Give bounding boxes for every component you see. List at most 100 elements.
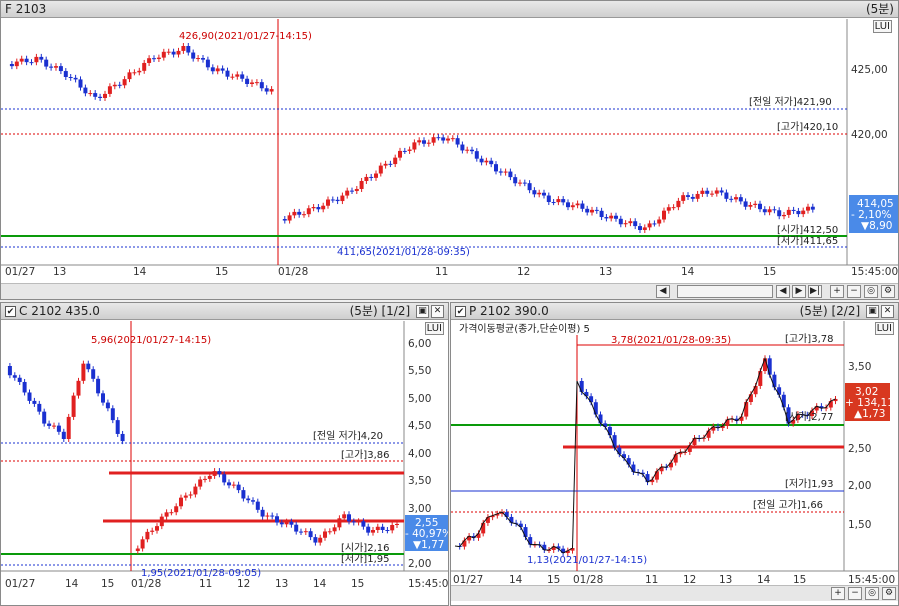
restore-icon[interactable]: ▣ (866, 305, 879, 318)
candle-body (318, 537, 323, 543)
candle-body (681, 195, 686, 201)
interval-label[interactable]: (5분) (866, 1, 894, 18)
candle-body (299, 531, 303, 533)
interval-label[interactable]: (5분) (800, 304, 828, 318)
price-label-350: 3,50 (848, 361, 871, 373)
scroll-end-button[interactable]: ▶| (808, 285, 822, 298)
candle-body (7, 366, 12, 376)
candle-body (222, 474, 227, 483)
candle-body (159, 516, 164, 527)
candle-body (599, 210, 604, 218)
candle-body (758, 203, 762, 210)
chart-scrollbar[interactable]: + − ◎ ⚙ (451, 585, 898, 601)
candle-body (210, 67, 215, 72)
candle-body (251, 500, 255, 502)
candle-body (27, 392, 32, 401)
chart-scrollbar[interactable]: ◀ ◀ ▶ ▶| + − ◎ ⚙ (1, 283, 898, 299)
zoom-in-icon[interactable]: + (830, 285, 844, 298)
restore-icon[interactable]: ▣ (416, 305, 429, 318)
candle-body (217, 471, 222, 475)
candle-body (22, 381, 27, 393)
candle-body (61, 431, 66, 439)
candle-body (103, 93, 107, 98)
zoom-out-icon[interactable]: − (847, 285, 861, 298)
day-high-annotation: [고가]420,10 (777, 121, 838, 133)
candle-body (287, 215, 292, 221)
candle-body (326, 199, 330, 206)
candle-body (265, 515, 270, 517)
candle-body (484, 160, 489, 163)
candle-body (340, 195, 345, 202)
candle-body (122, 79, 127, 86)
candle-body (105, 402, 110, 409)
time-axis-label: 01/27 (5, 266, 35, 278)
candle-body (115, 420, 120, 434)
candle-body (183, 495, 188, 498)
candle-body (638, 226, 642, 231)
scroll-next-button[interactable]: ▶ (792, 285, 806, 298)
zoom-reset-icon[interactable]: ◎ (865, 587, 879, 600)
call-candle-chart[interactable]: 6,00 5,50 5,00 4,50 4,00 3,50 3,00 2,00 … (1, 321, 449, 606)
candle-body (462, 540, 467, 547)
candle-body (589, 396, 594, 403)
time-axis-label: 15:45:00 (851, 266, 898, 278)
candle-body (181, 46, 186, 51)
candle-body (417, 140, 422, 143)
candle-body (254, 82, 259, 84)
candle-body (585, 208, 590, 213)
scroll-thumb[interactable] (677, 285, 773, 298)
candle-body (235, 74, 240, 77)
candle-body (150, 530, 155, 532)
candle-body (207, 475, 212, 479)
time-axis-label: 01/28 (278, 266, 308, 278)
candle-body (556, 199, 561, 203)
scroll-prev-button[interactable]: ◀ (776, 285, 790, 298)
candle-body (347, 514, 351, 522)
close-icon[interactable]: ✕ (881, 305, 894, 318)
candle-body (294, 524, 299, 532)
candle-body (191, 52, 196, 59)
put-chart-checkbox[interactable]: ✔ (455, 306, 466, 317)
scroll-left-button[interactable]: ◀ (656, 285, 670, 298)
candle-body (231, 484, 236, 486)
interval-label[interactable]: (5분) (350, 304, 378, 318)
candle-body (509, 516, 514, 523)
candle-body (120, 433, 125, 442)
candle-body (710, 193, 714, 195)
candle-body (225, 70, 230, 77)
candle-body (570, 205, 575, 208)
candle-body (724, 192, 729, 199)
candle-body (380, 526, 385, 530)
zoom-in-icon[interactable]: + (831, 587, 845, 600)
candle-body (551, 202, 556, 204)
prev-low-annotation: [전일 저가]4,20 (313, 430, 383, 442)
candle-body (171, 51, 176, 55)
time-axis-label: 13 (53, 266, 66, 278)
put-candle-chart[interactable]: 가격이동평균(종가,단순이평) 5 3,50 2,50 2,00 1,50 3,… (451, 321, 899, 606)
futures-candle-chart[interactable]: 425,00 420,00 426,90(2021/01/27-14:15) 4… (1, 19, 899, 283)
call-option-chart-pane: ✔ C 2102 435.0 (5분) [1/2] ▣ ✕ LUI 6,00 5,5… (0, 302, 449, 606)
settings-wrench-icon[interactable]: ⚙ (881, 285, 895, 298)
call-chart-checkbox[interactable]: ✔ (5, 306, 16, 317)
candle-body (460, 144, 465, 151)
zoom-out-icon[interactable]: − (848, 587, 862, 600)
candle-body (374, 173, 378, 178)
candle-body (489, 160, 494, 165)
candle-body (801, 210, 806, 215)
candle-body (78, 79, 83, 88)
call-chart-title: C 2102 435.0 (19, 304, 100, 318)
candle-body (101, 393, 105, 403)
candle-body (695, 193, 700, 199)
candle-body (395, 523, 399, 525)
zoom-reset-icon[interactable]: ◎ (864, 285, 878, 298)
candle-body (56, 425, 61, 432)
candle-body (426, 142, 431, 144)
close-icon[interactable]: ✕ (431, 305, 444, 318)
candle-body (303, 531, 308, 533)
candle-body (436, 137, 441, 139)
candle-body (302, 214, 306, 216)
settings-wrench-icon[interactable]: ⚙ (882, 587, 896, 600)
candle-body (738, 197, 743, 202)
candle-body (169, 512, 174, 514)
candle-body (63, 71, 68, 77)
